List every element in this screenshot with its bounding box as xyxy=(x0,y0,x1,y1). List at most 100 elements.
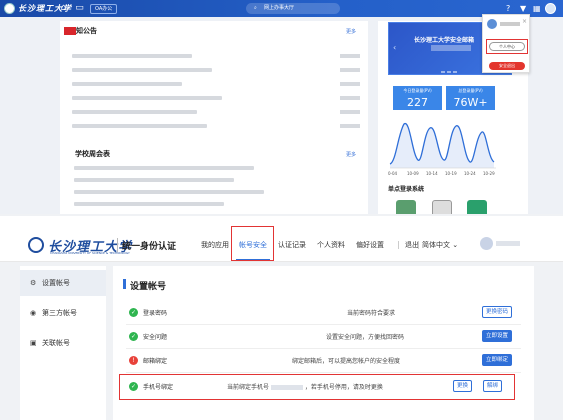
language-label: 简体中文 xyxy=(422,241,450,249)
help-icon[interactable]: ? xyxy=(506,3,510,14)
user-popup: × 个人中心 安全退出 xyxy=(482,14,530,73)
university-seal-icon xyxy=(4,3,15,14)
title-accent-bar xyxy=(123,279,126,289)
notice-item[interactable] xyxy=(72,68,212,72)
notice-ribbon xyxy=(64,27,76,35)
close-icon[interactable]: × xyxy=(522,18,527,25)
user-avatar[interactable] xyxy=(480,237,493,250)
warning-icon: ! xyxy=(129,356,138,365)
notice-date xyxy=(340,82,360,86)
language-select[interactable]: 简体中文 ⌄ xyxy=(422,240,458,250)
check-icon: ✓ xyxy=(129,332,138,341)
chart-x-label: 0-04 xyxy=(388,171,398,176)
highlight-outline xyxy=(231,226,274,261)
account-icon: ▣ xyxy=(30,339,37,347)
title-divider xyxy=(117,238,118,252)
calendar-item[interactable] xyxy=(74,166,254,170)
exit-button[interactable]: 退出 xyxy=(405,240,419,250)
notice-date xyxy=(340,54,360,58)
shirt-icon[interactable]: ▼ xyxy=(520,3,526,14)
calendar-item[interactable] xyxy=(74,178,234,182)
portal-panel: 长沙理工大学 ⌂ ▭ OA办公 ⌕ 网上办事大厅 ? ▼ ▦ 通知公告 更多 学… xyxy=(0,0,563,214)
notice-panel: 通知公告 更多 xyxy=(60,21,368,146)
set-security-question-button[interactable]: 立即设置 xyxy=(482,330,513,342)
sso-app-icon[interactable] xyxy=(396,200,416,214)
nav-preferences[interactable]: 偏好设置 xyxy=(356,240,384,250)
setting-desc: 当前密码符合要求 xyxy=(347,310,396,317)
portal-topbar: 长沙理工大学 ⌂ ▭ OA办公 ⌕ 网上办事大厅 ? ▼ ▦ xyxy=(0,0,563,17)
user-name xyxy=(500,22,520,26)
setting-name: 安全问题 xyxy=(143,334,168,341)
user-avatar xyxy=(487,19,497,29)
chevron-down-icon: ⌄ xyxy=(452,241,459,249)
stat-label: 总登录量(PV) xyxy=(458,88,483,93)
sidenav-label: 设置帐号 xyxy=(42,279,70,287)
notice-more-link[interactable]: 更多 xyxy=(346,28,356,35)
account-sidenav: ⚙ 设置帐号 ◉ 第三方帐号 ▣ 关联帐号 xyxy=(20,266,106,420)
chevron-left-icon[interactable]: ‹ xyxy=(393,43,396,52)
setting-name: 邮箱绑定 xyxy=(143,358,168,365)
calendar-item[interactable] xyxy=(74,202,224,206)
sidenav-item-linked[interactable]: ▣ 关联帐号 xyxy=(20,330,106,356)
sidenav-item-settings[interactable]: ⚙ 设置帐号 xyxy=(20,270,106,296)
calendar-title: 学校周会表 xyxy=(75,150,110,158)
chart-x-label: 10-09 xyxy=(407,171,419,176)
bind-email-button[interactable]: 立即绑定 xyxy=(482,354,513,366)
monitor-icon[interactable]: ▭ xyxy=(74,3,85,14)
stat-label: 今日登录量(PV) xyxy=(403,88,432,93)
setting-row-security-question: ✓ 安全问题 设置安全问题，方便找回密码 立即设置 xyxy=(126,325,521,349)
notice-date xyxy=(340,110,360,114)
link-icon: ◉ xyxy=(30,309,37,317)
university-seal-icon xyxy=(28,237,44,253)
change-password-button[interactable]: 更换密码 xyxy=(482,306,513,318)
sidenav-label: 第三方帐号 xyxy=(42,309,77,317)
notice-date xyxy=(340,124,360,128)
oa-tag[interactable]: OA办公 xyxy=(90,4,118,14)
sidenav-item-third-party[interactable]: ◉ 第三方帐号 xyxy=(20,300,106,326)
chart-x-label: 10-29 xyxy=(483,171,495,176)
user-avatar-small[interactable] xyxy=(545,3,556,14)
sso-title: 单点登录系统 xyxy=(388,186,425,193)
notice-item[interactable] xyxy=(72,82,182,86)
banner-dots[interactable] xyxy=(441,68,459,75)
chart-x-label: 10-24 xyxy=(464,171,476,176)
check-icon: ✓ xyxy=(129,308,138,317)
notice-item[interactable] xyxy=(72,96,222,100)
calendar-panel: 学校周会表 更多 xyxy=(60,146,368,214)
sso-app-icon[interactable] xyxy=(467,200,487,214)
notice-item[interactable] xyxy=(72,54,192,58)
grid-icon[interactable]: ▦ xyxy=(533,3,541,14)
calendar-more-link[interactable]: 更多 xyxy=(346,151,356,158)
stat-value: 76W+ xyxy=(453,96,488,109)
banner-text: 长沙理工大学安全邮箱 xyxy=(414,37,475,44)
divider xyxy=(418,241,419,249)
personal-center-button[interactable]: 个人中心 xyxy=(489,42,525,51)
highlight-outline xyxy=(119,374,515,400)
nav-profile[interactable]: 个人资料 xyxy=(317,240,345,250)
banner-subtext xyxy=(431,45,471,51)
auth-header: 长沙理工大学 CHANGSHA UNIVERSITY OF SCIENCE & … xyxy=(0,216,563,262)
nav-my-apps[interactable]: 我的应用 xyxy=(201,240,229,250)
setting-row-password: ✓ 登录密码 当前密码符合要求 更换密码 xyxy=(126,301,521,325)
sso-app-icon[interactable] xyxy=(432,200,452,214)
setting-row-email: ! 邮箱绑定 绑定邮箱后，可以提高您帐户的安全程度 立即绑定 xyxy=(126,349,521,373)
chart-x-label: 10-19 xyxy=(445,171,457,176)
stat-today: 今日登录量(PV) 227 xyxy=(393,86,442,110)
chart-x-label: 10-14 xyxy=(426,171,438,176)
sidenav-label: 关联帐号 xyxy=(42,339,70,347)
portal-search[interactable]: ⌕ 网上办事大厅 xyxy=(246,3,340,14)
nav-auth-records[interactable]: 认证记录 xyxy=(278,240,306,250)
notice-item[interactable] xyxy=(72,124,207,128)
notice-item[interactable] xyxy=(72,110,197,114)
user-name[interactable] xyxy=(496,241,520,246)
settings-title: 设置帐号 xyxy=(130,282,167,292)
system-title: 统一身份认证 xyxy=(122,242,177,252)
notice-date xyxy=(340,96,360,100)
notice-date xyxy=(340,68,360,72)
stat-value: 227 xyxy=(407,96,428,109)
login-trend-chart: 0-04 10-09 10-14 10-19 10-24 10-29 xyxy=(388,123,496,176)
search-placeholder: 网上办事大厅 xyxy=(264,5,295,11)
logout-button[interactable]: 安全退出 xyxy=(489,62,525,70)
calendar-item[interactable] xyxy=(74,190,264,194)
home-icon[interactable]: ⌂ xyxy=(58,3,69,14)
